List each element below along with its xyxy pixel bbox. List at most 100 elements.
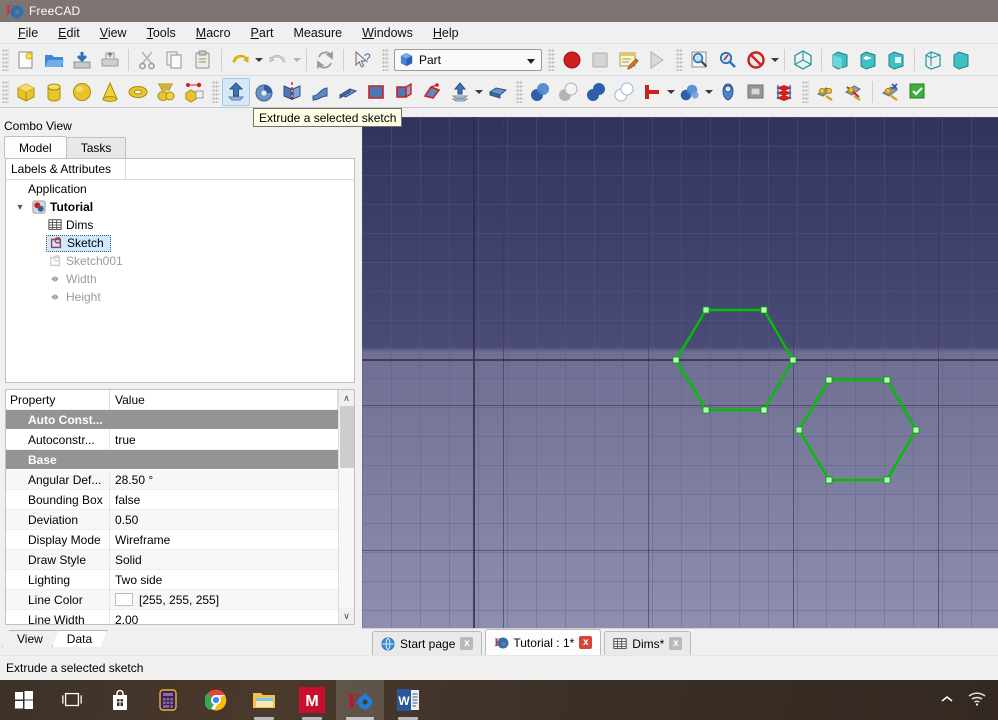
fillet-button[interactable] [306,78,334,106]
print-document-button[interactable] [96,46,124,74]
undo-button[interactable] [226,46,254,74]
property-row-autoconstraints[interactable]: Autoconstr... true [6,430,338,450]
model-tree[interactable]: Labels & Attributes Application ▾ Tutori… [5,158,355,383]
toolbar-grip[interactable] [516,81,523,103]
draw-style-button[interactable] [742,46,770,74]
sweep-button[interactable] [446,78,474,106]
close-icon[interactable]: x [460,637,473,650]
property-value-wrap[interactable]: [255, 255, 255] [110,590,338,610]
color-swatch[interactable] [115,593,133,606]
property-value[interactable]: true [110,430,338,450]
property-value[interactable]: Wireframe [110,530,338,550]
macros-dialog-button[interactable] [614,46,642,74]
toolbar-grip[interactable] [212,81,219,103]
tree-item-width[interactable]: Width [6,270,354,288]
revolve-button[interactable] [250,78,278,106]
front-view-button[interactable] [826,46,854,74]
toolbar-grip[interactable] [2,81,9,103]
property-group-auto-constraints[interactable]: Auto Const... [6,410,338,430]
save-document-button[interactable] [68,46,96,74]
create-primitives-button[interactable] [152,78,180,106]
property-row-angular-deflection[interactable]: Angular Def... 28.50 ° [6,470,338,490]
show-hidden-icons-button[interactable] [940,693,954,707]
make-face-button[interactable] [362,78,390,106]
join-connect-button[interactable] [638,78,666,106]
property-row-line-width[interactable]: Line Width 2.00 [6,610,338,625]
menu-tools[interactable]: Tools [137,24,186,42]
microsoft-word-button[interactable]: W [384,680,432,720]
cross-sections-button[interactable] [770,78,798,106]
property-value[interactable]: Two side [110,570,338,590]
property-row-bounding-box[interactable]: Bounding Box false [6,490,338,510]
shape-builder-button[interactable] [180,78,208,106]
join-dropdown-arrow-icon[interactable] [666,79,676,105]
toolbar-grip[interactable] [802,81,809,103]
tree-header-extra[interactable] [126,159,354,180]
boolean-common-button[interactable] [610,78,638,106]
cylinder-button[interactable] [40,78,68,106]
property-row-lighting[interactable]: Lighting Two side [6,570,338,590]
offset-button[interactable] [484,78,512,106]
copy-button[interactable] [161,46,189,74]
measure-angular-button[interactable] [840,78,868,106]
sweep-dropdown-arrow-icon[interactable] [474,79,484,105]
scroll-up-arrow-icon[interactable]: ∧ [339,390,355,406]
mirror-button[interactable] [278,78,306,106]
wifi-icon[interactable] [968,692,986,709]
menu-edit[interactable]: Edit [48,24,90,42]
boolean-button[interactable] [526,78,554,106]
app-m-button[interactable]: M [288,680,336,720]
property-column-header[interactable]: Property [6,390,110,410]
paste-button[interactable] [189,46,217,74]
split-dropdown-arrow-icon[interactable] [704,79,714,105]
rear-view-button[interactable] [919,46,947,74]
property-value[interactable]: 2.00 [110,610,338,626]
tree-item-application[interactable]: Application [6,180,354,198]
box-button[interactable] [12,78,40,106]
cone-button[interactable] [96,78,124,106]
check-geometry-button[interactable] [714,78,742,106]
macro-record-button[interactable] [558,46,586,74]
menu-windows[interactable]: Windows [352,24,423,42]
macro-stop-button[interactable] [586,46,614,74]
property-row-display-mode[interactable]: Display Mode Wireframe [6,530,338,550]
task-view-button[interactable] [48,680,96,720]
ruled-surface-button[interactable] [390,78,418,106]
scrollbar-track[interactable] [339,406,355,608]
top-view-button[interactable] [854,46,882,74]
property-editor[interactable]: Property Value Auto Const... Autoconstr.… [5,389,355,625]
refresh-button[interactable] [311,46,339,74]
property-value[interactable]: 28.50 ° [110,470,338,490]
measure-toggle-button[interactable] [905,78,933,106]
viewport-canvas[interactable] [362,117,998,628]
property-group-base[interactable]: Base [6,450,338,470]
boolean-cut-button[interactable] [554,78,582,106]
bottom-view-button[interactable] [947,46,975,74]
redo-button[interactable] [264,46,292,74]
menu-macro[interactable]: Macro [186,24,241,42]
tree-item-sketch[interactable]: Sketch [6,234,354,252]
fit-selection-button[interactable] [714,46,742,74]
boolean-union-button[interactable] [582,78,610,106]
whats-this-button[interactable]: ? [348,46,376,74]
measure-refresh-button[interactable] [877,78,905,106]
macro-execute-button[interactable] [642,46,670,74]
measure-linear-button[interactable] [812,78,840,106]
property-row-line-color[interactable]: Line Color [255, 255, 255] [6,590,338,610]
scroll-down-arrow-icon[interactable]: ∨ [339,608,355,624]
menu-help[interactable]: Help [423,24,469,42]
menu-measure[interactable]: Measure [283,24,352,42]
tree-header-labels[interactable]: Labels & Attributes [6,159,126,180]
menu-view[interactable]: View [90,24,137,42]
property-row-draw-style[interactable]: Draw Style Solid [6,550,338,570]
extrude-button[interactable] [222,78,250,106]
tab-data[interactable]: Data [52,630,107,647]
toolbar-grip[interactable] [548,49,555,71]
chamfer-button[interactable] [334,78,362,106]
cut-button[interactable] [133,46,161,74]
close-icon[interactable]: x [669,637,682,650]
open-document-button[interactable] [40,46,68,74]
3d-viewport[interactable] [362,117,998,628]
tree-item-sketch001[interactable]: Sketch001 [6,252,354,270]
menu-file[interactable]: File [8,24,48,42]
